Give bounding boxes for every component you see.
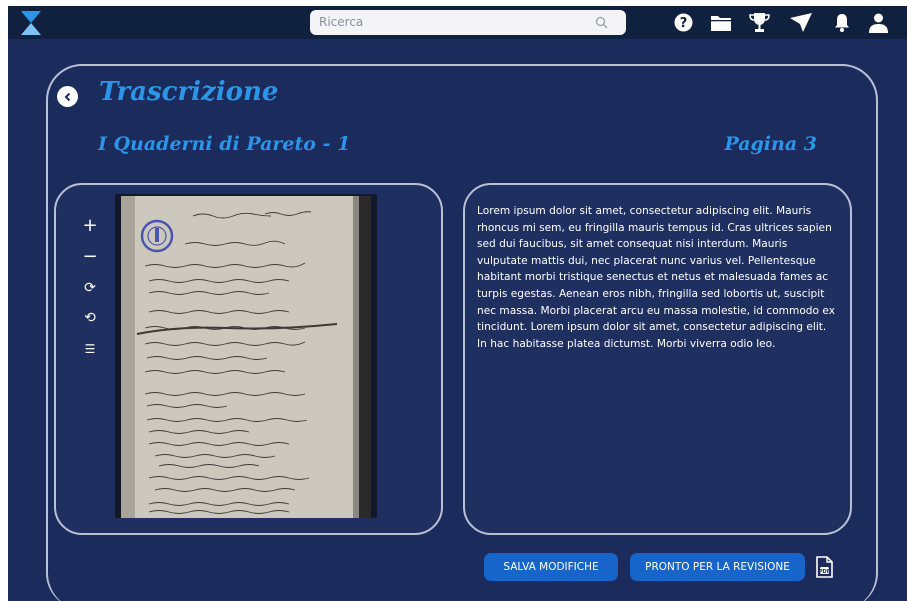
hourglass-logo-icon[interactable] [21,11,41,35]
transcription-text[interactable]: Lorem ipsum dolor sit amet, consectetur … [477,203,838,352]
search-input[interactable]: Ricerca [319,15,363,29]
zoom-out-button[interactable]: − [80,246,100,267]
ready-for-review-button[interactable]: PRONTO PER LA REVISIONE [630,553,805,581]
bell-icon[interactable] [834,13,850,32]
back-button[interactable] [57,86,78,107]
page-title: Trascrizione [99,77,279,107]
chevron-left-icon [64,92,70,101]
folder-icon[interactable] [711,15,731,31]
manuscript-image[interactable] [115,194,377,518]
svg-text:?: ? [680,16,688,31]
transcription-textarea[interactable]: Lorem ipsum dolor sit amet, consectetur … [463,183,852,535]
help-icon[interactable]: ? [674,13,693,32]
user-icon[interactable] [869,13,888,33]
rotate-clockwise-button[interactable]: ⟳ [80,278,100,298]
search-icon[interactable] [595,16,608,29]
save-changes-button[interactable]: SALVA MODIFICHE [484,553,618,581]
send-icon[interactable] [790,13,812,32]
pdf-export-icon[interactable]: PDF [815,556,833,578]
notebook-title: I Quaderni di Pareto - 1 [98,133,351,155]
top-navbar: Ricerca ? [8,6,907,39]
page-number-label: Pagina 3 [724,133,817,155]
rotate-counterclockwise-button[interactable]: ⟲ [80,308,100,328]
trophy-icon[interactable] [749,13,770,32]
adjust-settings-button[interactable]: ☰ [80,339,100,359]
svg-text:PDF: PDF [819,569,830,575]
zoom-in-button[interactable]: + [80,215,100,236]
search-bar[interactable]: Ricerca [310,10,626,35]
